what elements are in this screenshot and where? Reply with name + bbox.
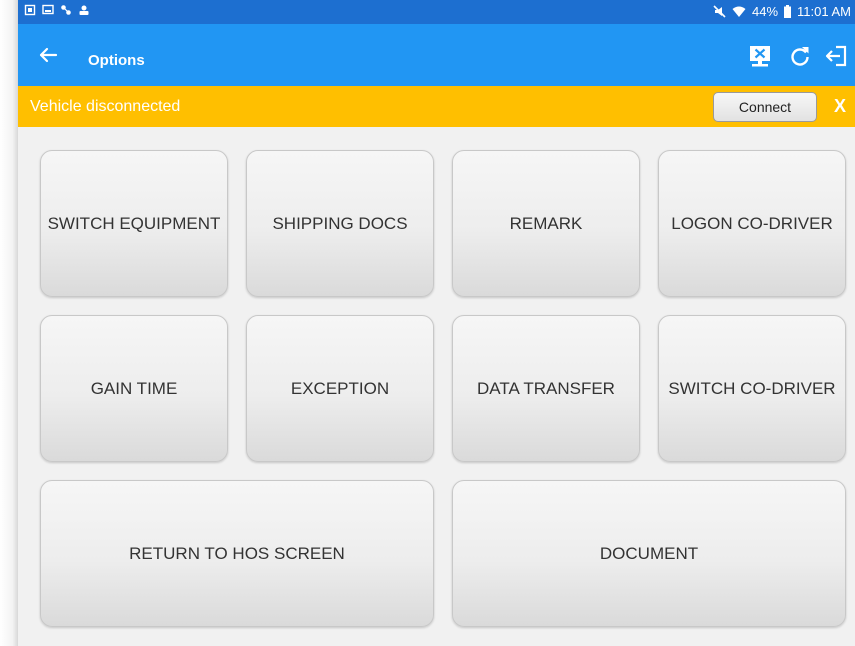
app-screen: 44% 11:01 AM Options Vehicle disconnecte…	[18, 0, 855, 646]
notification-doc-icon	[24, 4, 36, 16]
back-arrow-icon[interactable]	[34, 41, 62, 69]
battery-icon	[784, 5, 792, 18]
notification-person-icon	[79, 5, 89, 15]
exception-button[interactable]: EXCEPTION	[246, 315, 434, 462]
logout-icon[interactable]	[824, 44, 848, 68]
close-banner-button[interactable]: X	[834, 96, 846, 117]
status-bar: 44% 11:01 AM	[18, 0, 855, 24]
battery-percent: 44%	[752, 4, 779, 19]
logon-co-driver-button[interactable]: LOGON CO-DRIVER	[658, 150, 846, 297]
page-title: Options	[88, 52, 145, 69]
vehicle-status-message: Vehicle disconnected	[30, 98, 181, 115]
mute-icon	[713, 5, 726, 18]
notification-network-icon	[61, 5, 71, 15]
notification-screen-icon	[42, 4, 54, 15]
return-to-hos-screen-button[interactable]: RETURN TO HOS SCREEN	[40, 480, 434, 627]
data-transfer-button[interactable]: DATA TRANSFER	[452, 315, 640, 462]
system-indicators: 44% 11:01 AM	[713, 4, 851, 19]
switch-co-driver-button[interactable]: SWITCH CO-DRIVER	[658, 315, 846, 462]
clock: 11:01 AM	[797, 4, 851, 19]
shipping-docs-button[interactable]: SHIPPING DOCS	[246, 150, 434, 297]
remark-button[interactable]: REMARK	[452, 150, 640, 297]
disconnect-device-icon[interactable]	[748, 44, 772, 68]
connect-button[interactable]: Connect	[713, 92, 817, 122]
app-bar: Options	[18, 24, 855, 86]
wifi-icon	[732, 6, 746, 17]
gain-time-button[interactable]: GAIN TIME	[40, 315, 228, 462]
left-edge-shadow	[0, 0, 18, 646]
notification-icons	[24, 4, 90, 16]
document-button[interactable]: DOCUMENT	[452, 480, 846, 627]
switch-equipment-button[interactable]: SWITCH EQUIPMENT	[40, 150, 228, 297]
refresh-icon[interactable]	[788, 44, 812, 68]
